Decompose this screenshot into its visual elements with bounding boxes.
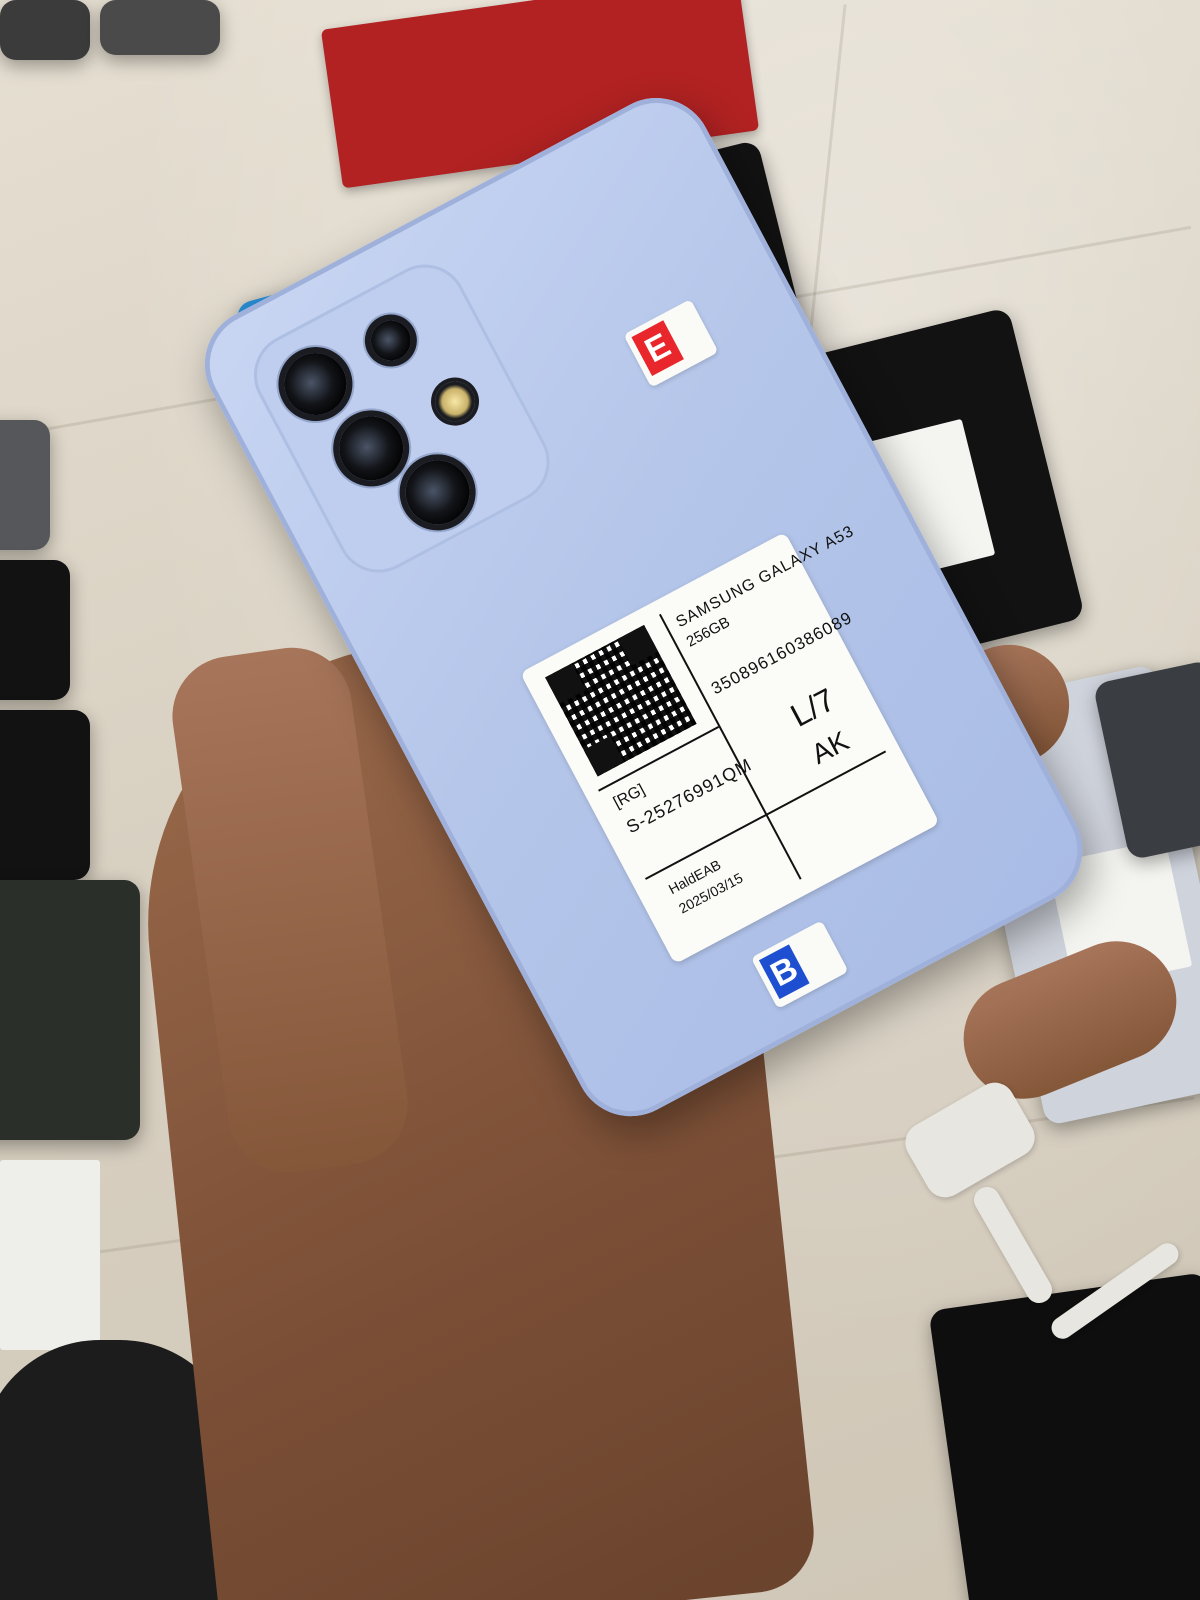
label-imei: 350896160386089 (708, 607, 856, 699)
inventory-label: SAMSUNG GALAXY A53 256GB 350896160386089… (519, 523, 940, 965)
camera-lens-icon (273, 342, 358, 426)
camera-lens-icon (327, 405, 415, 492)
sticker-letter: E (631, 320, 684, 377)
label-initials: AK (806, 725, 854, 770)
photo-scene: E SAMSUNG GALAXY A53 256GB 3508961603860… (0, 0, 1200, 1600)
background-phone (0, 710, 90, 880)
warranty-sticker-top: E (623, 299, 719, 388)
camera-lens-icon (394, 449, 481, 536)
background-phone (0, 880, 140, 1140)
sticker-letter: B (758, 944, 810, 1000)
background-phone (100, 0, 220, 55)
camera-lens-icon (363, 313, 418, 368)
warranty-sticker-bottom: B (750, 920, 849, 1010)
qr-code-icon (545, 624, 697, 777)
flash-icon (427, 374, 483, 429)
background-phone (0, 0, 90, 60)
label-divider (645, 750, 887, 880)
background-phone (0, 420, 50, 550)
paper-sheet (0, 1160, 100, 1350)
label-grade: L/7 (784, 681, 841, 734)
background-phone (0, 560, 70, 700)
